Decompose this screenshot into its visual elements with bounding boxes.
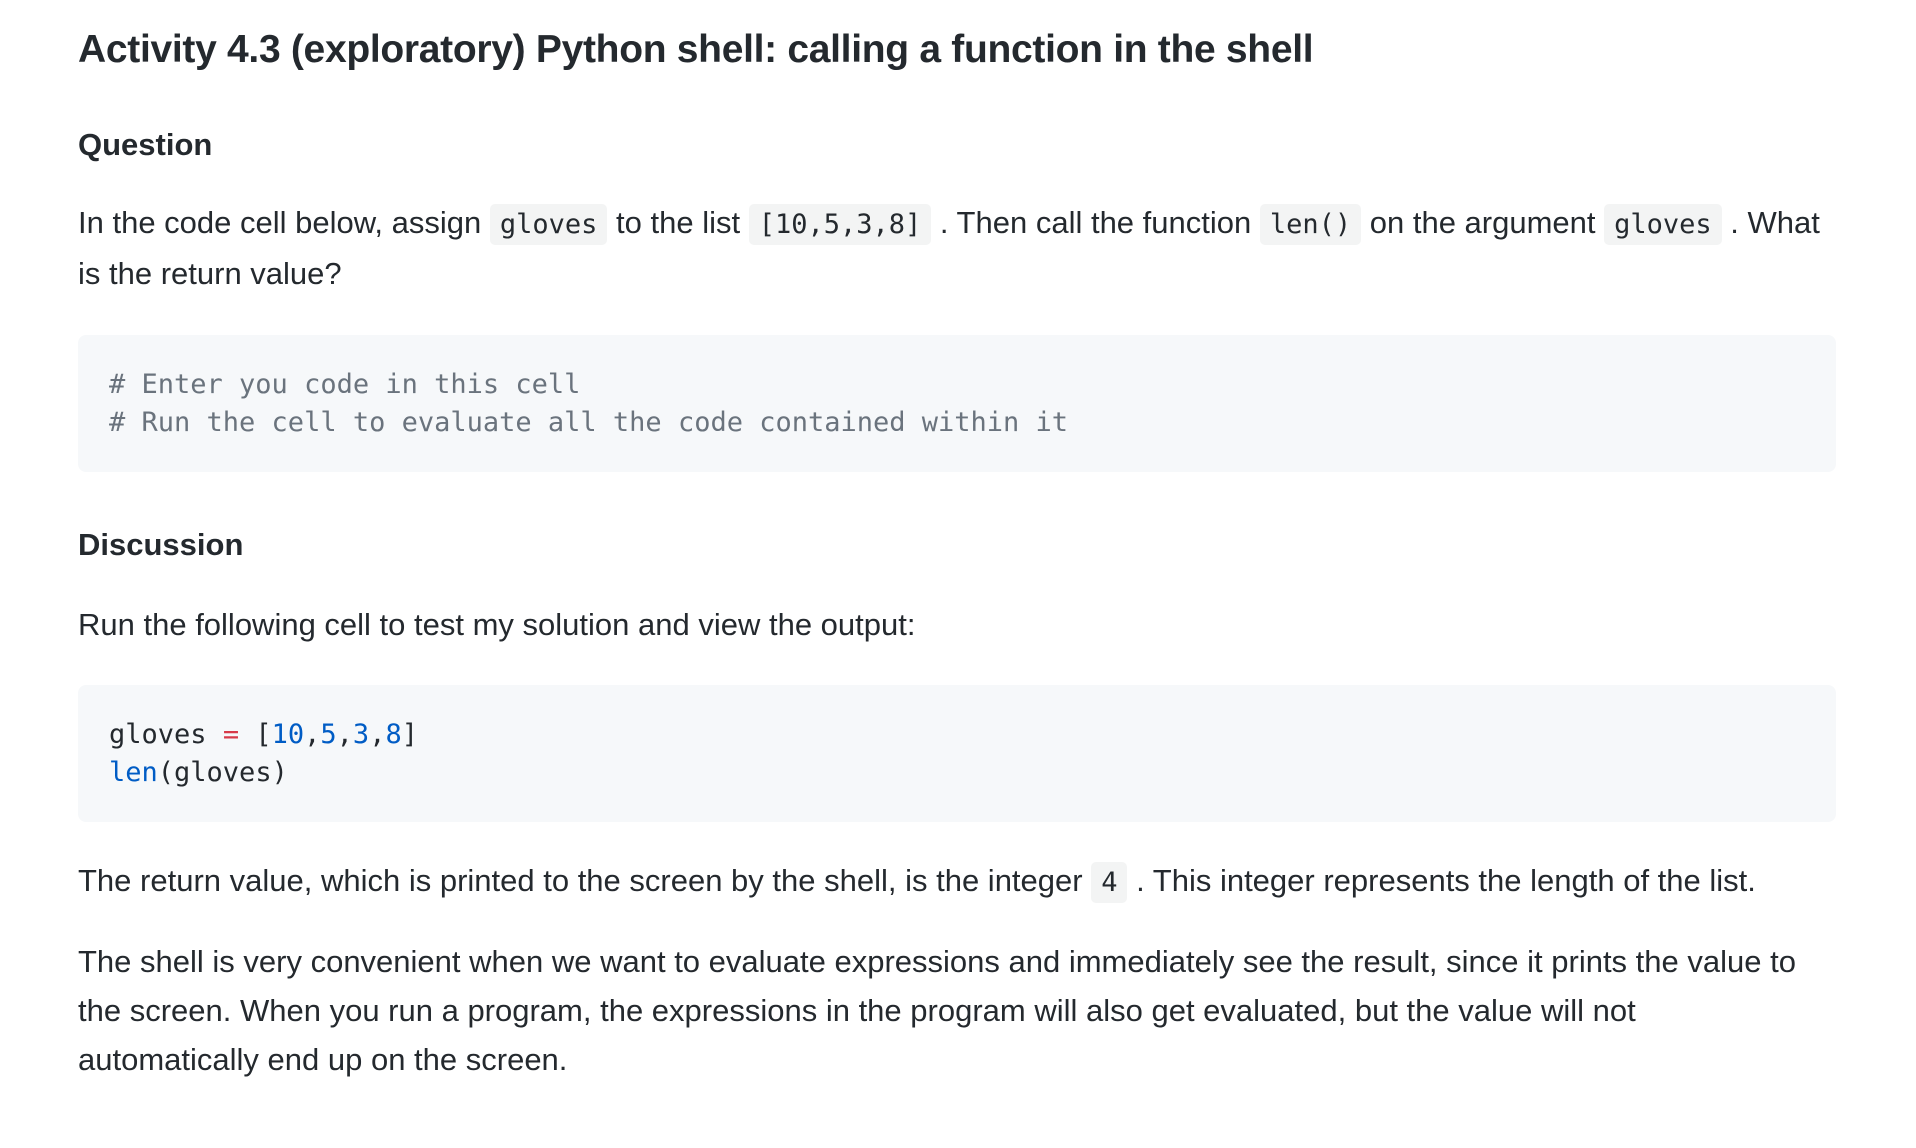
result-text-part: . This integer represents the length of … [1127,863,1756,898]
notebook-page: Activity 4.3 (exploratory) Python shell:… [0,0,1838,1084]
question-heading: Question [78,127,213,162]
result-text: The return value, which is printed to th… [78,856,1818,907]
code-var: gloves [109,719,207,750]
code-number: 8 [385,719,402,750]
discussion-intro: Run the following cell to test my soluti… [78,607,916,642]
code-operator: = [222,719,240,750]
inline-code-gloves: gloves [489,204,608,245]
question-text: In the code cell below, assign gloves to… [78,198,1838,298]
code-call-args: (gloves) [157,757,288,788]
discussion-heading: Discussion [78,527,244,562]
question-text-part: . Then call the function [931,205,1260,240]
code-comma: , [304,719,321,750]
code-line-call: len(gloves) [109,754,1805,792]
code-cell-empty[interactable]: # Enter you code in this cell # Run the c… [78,335,1836,472]
code-bracket: [ [255,719,272,750]
inline-code-four: 4 [1091,862,1128,903]
code-number: 10 [271,719,305,750]
question-text-part: In the code cell below, assign [78,205,490,240]
inline-code-list: [10,5,3,8] [748,204,932,245]
code-number: 3 [352,719,370,750]
code-line-assign: gloves = [10,5,3,8] [109,716,1805,754]
question-text-part: to the list [607,205,749,240]
code-number: 5 [320,719,337,750]
code-comment-line: # Enter you code in this cell [109,369,581,400]
question-text-part: on the argument [1361,205,1605,240]
code-comma: , [369,719,386,750]
activity-title: Activity 4.3 (exploratory) Python shell:… [78,28,1314,71]
inline-code-gloves-arg: gloves [1604,204,1722,245]
code-bracket: ] [401,719,418,750]
code-cell-solution[interactable]: gloves = [10,5,3,8] len(gloves) [78,685,1836,822]
summary-text: The shell is very convenient when we wan… [78,944,1796,1077]
code-builtin-len: len [109,757,158,788]
code-comma: , [336,719,353,750]
result-text-part: The return value, which is printed to th… [78,863,1092,898]
inline-code-len: len() [1259,204,1362,245]
code-comment-line: # Run the cell to evaluate all the code … [109,407,1069,438]
